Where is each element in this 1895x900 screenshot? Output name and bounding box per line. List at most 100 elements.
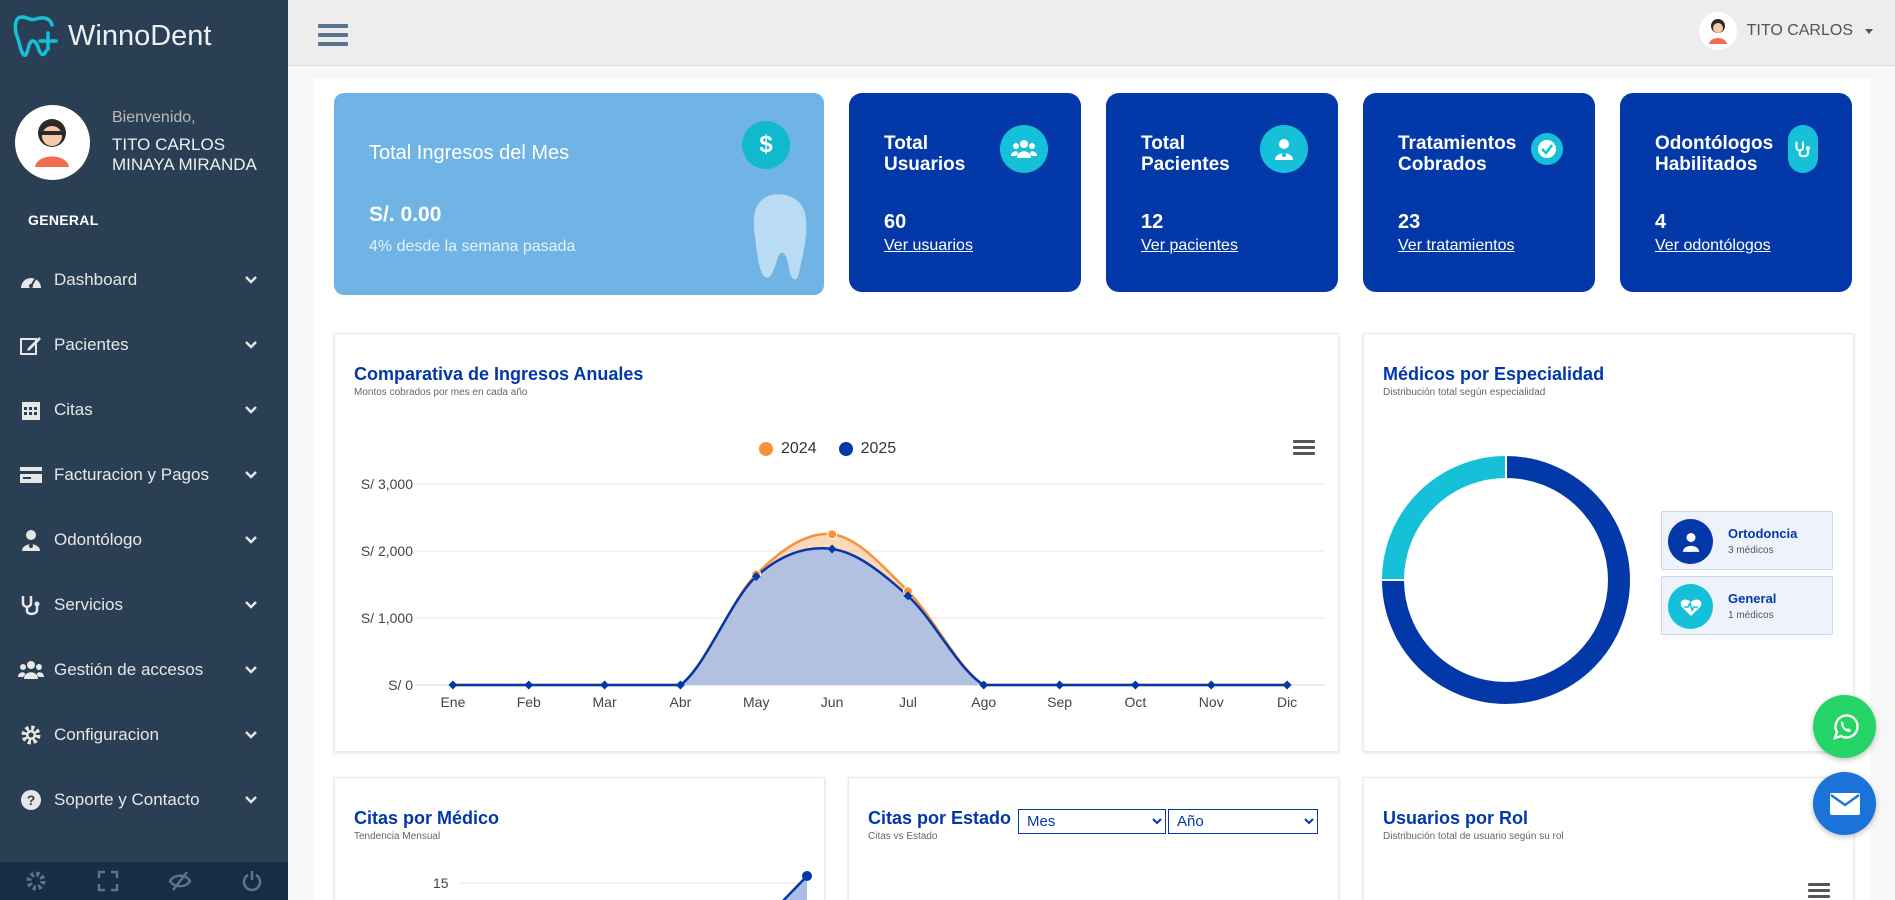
citas-medico-chart: [461, 871, 812, 900]
legend-card-ortodoncia[interactable]: Ortodoncia 3 médicos: [1661, 511, 1833, 570]
sidebar-item-facturacion[interactable]: Facturacion y Pagos: [0, 442, 288, 507]
kpi-title: Total Pacientes: [1141, 133, 1230, 175]
anio-select[interactable]: Año: [1168, 809, 1318, 834]
specialty-count: 3 médicos: [1728, 545, 1774, 556]
sidebar-item-label: Odontólogo: [54, 529, 142, 549]
brand[interactable]: WinnoDent: [0, 0, 288, 72]
sidebar-item-label: Configuracion: [54, 724, 159, 744]
ver-odontologos-link[interactable]: Ver odontólogos: [1655, 237, 1771, 255]
sidebar-item-label: Citas: [54, 399, 93, 419]
x-tick-label: Ago: [971, 694, 996, 710]
question-icon: ?: [18, 788, 44, 812]
kpi-title: Tratamientos Cobrados: [1398, 133, 1517, 175]
kpi-value: 4: [1655, 211, 1667, 233]
stethoscope-icon: [1788, 125, 1818, 173]
menu-toggle-icon[interactable]: [318, 24, 348, 50]
data-point-2025[interactable]: [1206, 680, 1216, 690]
sidebar-item-label: Facturacion y Pagos: [54, 464, 209, 484]
panel-title: Usuarios por Rol: [1383, 808, 1529, 828]
series-area-2025: [452, 548, 1288, 685]
envelope-icon: [1829, 792, 1860, 815]
sidebar-item-gestion-accesos[interactable]: Gestión de accesos: [0, 637, 288, 702]
power-icon: [242, 871, 262, 892]
user-avatar-icon: [35, 118, 69, 167]
fullscreen-button[interactable]: [72, 862, 144, 900]
medicos-especialidad-panel: Médicos por Especialidad Distribución to…: [1363, 333, 1854, 752]
sidebar-item-servicios[interactable]: Servicios: [0, 572, 288, 637]
whatsapp-button[interactable]: [1813, 695, 1876, 758]
eye-slash-icon: [168, 871, 192, 891]
welcome-text: Bienvenido,: [112, 109, 196, 126]
user-name-line2: MINAYA MIRANDA: [112, 155, 257, 174]
sidebar-footer: [0, 862, 288, 900]
ingresos-area-chart: S/ 0 S/ 1,000 S/ 2,000 S/ 3,000 Ene Feb Mar Abr…: [361, 476, 1325, 710]
sidebar: WinnoDent Bienvenido, TITO CARLOS MINAYA…: [0, 0, 288, 900]
panel-title: Médicos por Especialidad: [1383, 364, 1605, 384]
kpi-title: Total Ingresos del Mes: [369, 142, 570, 164]
gear-icon: [18, 723, 44, 747]
doctor-icon: [18, 528, 44, 552]
sidebar-item-label: Pacientes: [54, 334, 129, 354]
ver-usuarios-link[interactable]: Ver usuarios: [884, 237, 973, 255]
kpi-pacientes-card: Total Pacientes 12 Ver pacientes: [1106, 93, 1338, 292]
svg-text:?: ?: [27, 792, 36, 808]
x-tick-label: Jul: [899, 694, 917, 710]
user-name: TITO CARLOS: [1746, 22, 1853, 39]
fullscreen-icon: [97, 870, 119, 892]
menu-section-title: GENERAL: [28, 212, 99, 228]
chevron-down-icon: [245, 405, 257, 414]
data-point-2025[interactable]: [448, 680, 458, 690]
y-tick-label: S/ 2,000: [361, 543, 413, 559]
lock-button[interactable]: [144, 862, 216, 900]
data-point-2025[interactable]: [524, 680, 534, 690]
x-tick-label: Oct: [1125, 694, 1147, 710]
panel-subtitle: Distribución total según especialidad: [1383, 387, 1546, 398]
users-icon: [1000, 125, 1048, 173]
gear-icon: [26, 871, 46, 891]
logout-button[interactable]: [216, 862, 288, 900]
legend-card-general[interactable]: General 1 médicos: [1661, 576, 1833, 635]
data-point-2025[interactable]: [600, 680, 610, 690]
chevron-down-icon: [245, 275, 257, 284]
specialty-name: General: [1728, 591, 1777, 606]
usuarios-rol-panel: Usuarios por Rol Distribución total de u…: [1363, 777, 1854, 900]
ver-tratamientos-link[interactable]: Ver tratamientos: [1398, 237, 1515, 255]
x-tick-label: Jun: [821, 694, 844, 710]
data-point-2024[interactable]: [827, 529, 838, 540]
email-button[interactable]: [1813, 772, 1876, 835]
y-tick-label: S/ 1,000: [361, 610, 413, 626]
user-menu[interactable]: TITO CARLOS: [1698, 12, 1873, 50]
sidebar-item-configuracion[interactable]: Configuracion: [0, 702, 288, 767]
kpi-tratamientos-card: Tratamientos Cobrados 23 Ver tratamiento…: [1363, 93, 1595, 292]
panel-subtitle: Distribución total de usuario según su r…: [1383, 831, 1564, 842]
calendar-icon: [18, 398, 44, 422]
settings-button[interactable]: [0, 862, 72, 900]
data-point-2025[interactable]: [1130, 680, 1140, 690]
specialty-name: Ortodoncia: [1728, 526, 1798, 541]
sidebar-item-pacientes[interactable]: Pacientes: [0, 312, 288, 377]
stethoscope-icon: [18, 593, 44, 617]
x-tick-label: Dic: [1277, 694, 1297, 710]
donut-slice-general[interactable]: [1379, 453, 1507, 581]
sidebar-item-label: Dashboard: [54, 269, 138, 289]
sidebar-item-dashboard[interactable]: Dashboard: [0, 247, 288, 312]
data-point-2025[interactable]: [1055, 680, 1065, 690]
chevron-down-icon: [245, 665, 257, 674]
kpi-usuarios-card: Total Usuarios 60 Ver usuarios: [849, 93, 1081, 292]
ver-pacientes-link[interactable]: Ver pacientes: [1141, 237, 1238, 255]
dashboard-icon: [18, 268, 44, 292]
sidebar-item-citas[interactable]: Citas: [0, 377, 288, 442]
chevron-down-icon: [245, 795, 257, 804]
citas-medico-panel: Citas por Médico Tendencia Mensual 15: [334, 777, 825, 900]
doctor-icon: [1668, 519, 1713, 564]
chart-menu-icon[interactable]: [1808, 883, 1830, 900]
mes-select[interactable]: Mes: [1018, 809, 1166, 834]
specialty-count: 1 médicos: [1728, 610, 1774, 621]
sidebar-item-soporte[interactable]: ? Soporte y Contacto: [0, 767, 288, 832]
x-tick-label: Sep: [1047, 694, 1072, 710]
chevron-down-icon: [245, 470, 257, 479]
sidebar-item-odontologo[interactable]: Odontólogo: [0, 507, 288, 572]
kpi-value: 12: [1141, 211, 1164, 233]
data-point-2025[interactable]: [1282, 680, 1292, 690]
profile: Bienvenido, TITO CARLOS MINAYA MIRANDA: [0, 72, 288, 202]
